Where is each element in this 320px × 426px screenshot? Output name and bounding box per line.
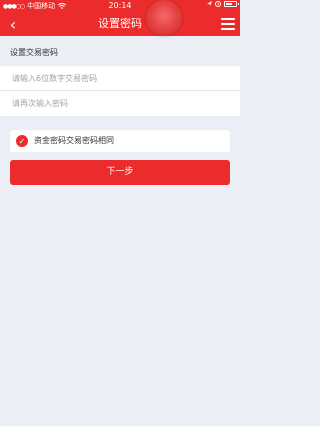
- status-bar: ●●●○○ 中国移动 20:14: [0, 0, 240, 12]
- alarm-icon: [215, 1, 221, 7]
- password-input[interactable]: [12, 74, 232, 83]
- same-password-label: 资金密码交易密码相同: [34, 136, 114, 145]
- same-password-option[interactable]: ✓ 资金密码交易密码相同: [10, 130, 230, 152]
- next-button[interactable]: 下一步: [10, 160, 230, 185]
- page-title: 设置密码: [98, 17, 142, 30]
- status-time: 20:14: [108, 1, 132, 10]
- confirm-password-field-row: [0, 91, 240, 116]
- status-right: [207, 1, 239, 7]
- password-field-row: [0, 66, 240, 91]
- location-icon: [207, 1, 212, 6]
- assistive-touch-button[interactable]: [146, 0, 182, 36]
- navigation-bar: ‹ 设置密码: [0, 12, 240, 36]
- battery-icon: [224, 1, 239, 7]
- check-icon[interactable]: ✓: [16, 135, 28, 147]
- confirm-password-input[interactable]: [12, 99, 232, 108]
- section-label: 设置交易密码: [10, 48, 58, 57]
- menu-icon[interactable]: [221, 18, 235, 30]
- password-fields: [0, 66, 240, 116]
